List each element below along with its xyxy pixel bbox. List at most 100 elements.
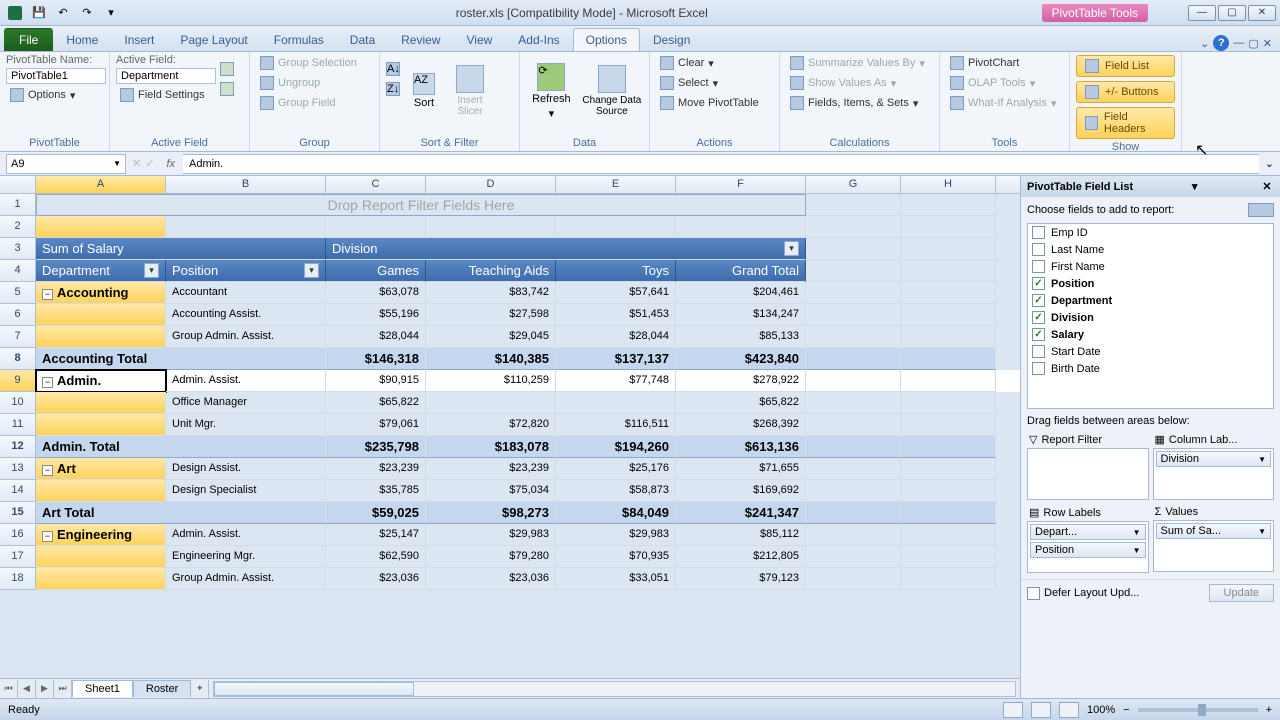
values-area[interactable]: Sum of Sa...▼ (1153, 520, 1275, 572)
cell[interactable]: $51,453 (556, 304, 676, 326)
rowhead[interactable]: 14 (0, 480, 36, 502)
tab-design[interactable]: Design (640, 28, 703, 51)
cell[interactable]: Design Specialist (166, 480, 326, 502)
cell[interactable] (166, 216, 326, 238)
cell[interactable]: $278,922 (676, 370, 806, 392)
cell[interactable]: $35,785 (326, 480, 426, 502)
cell[interactable]: $62,590 (326, 546, 426, 568)
sheet-nav-next[interactable]: ▶ (36, 680, 54, 698)
rowhead[interactable]: 13 (0, 458, 36, 480)
cell[interactable]: $65,822 (326, 392, 426, 414)
cell[interactable]: $29,045 (426, 326, 556, 348)
cell[interactable] (36, 414, 166, 436)
sheet-nav-prev[interactable]: ◀ (18, 680, 36, 698)
collapse-field-icon[interactable] (220, 82, 234, 96)
cell[interactable]: −Accounting (36, 282, 166, 304)
rowhead[interactable]: 10 (0, 392, 36, 414)
cell[interactable]: $83,742 (426, 282, 556, 304)
division-filter-icon[interactable] (784, 241, 799, 256)
page-break-view-icon[interactable] (1059, 702, 1079, 718)
select-all-corner[interactable] (0, 176, 36, 193)
rowhead[interactable]: 18 (0, 568, 36, 590)
cell[interactable]: $71,655 (676, 458, 806, 480)
colhead-b[interactable]: B (166, 176, 326, 193)
page-layout-view-icon[interactable] (1031, 702, 1051, 718)
zoom-in-icon[interactable]: + (1266, 704, 1272, 716)
cell[interactable]: −Engineering (36, 524, 166, 546)
cell[interactable]: −Admin. (36, 370, 166, 392)
rowhead[interactable]: 16 (0, 524, 36, 546)
fieldlist-layout-icon[interactable] (1248, 203, 1274, 217)
cell[interactable]: $25,147 (326, 524, 426, 546)
sort-desc-icon[interactable]: Z↓ (386, 82, 400, 96)
field-settings-button[interactable]: Field Settings (116, 86, 216, 104)
redo-icon[interactable]: ↷ (76, 3, 98, 23)
rowhead[interactable]: 6 (0, 304, 36, 326)
cell[interactable] (556, 392, 676, 414)
fx-icon[interactable]: fx (166, 158, 175, 170)
rowhead[interactable]: 17 (0, 546, 36, 568)
column-labels-area[interactable]: Division▼ (1153, 448, 1275, 500)
cell[interactable] (36, 326, 166, 348)
cell[interactable]: $85,133 (676, 326, 806, 348)
defer-checkbox[interactable] (1027, 587, 1040, 600)
colhead-f[interactable]: F (676, 176, 806, 193)
pivotchart-button[interactable]: PivotChart (946, 54, 1060, 72)
cell[interactable] (36, 480, 166, 502)
active-field-input[interactable] (116, 68, 216, 84)
rowhead[interactable]: 5 (0, 282, 36, 304)
enter-formula-icon[interactable]: ✓ (145, 157, 154, 170)
sort-button[interactable]: AZSort (404, 54, 444, 128)
field-item[interactable]: First Name (1028, 258, 1273, 275)
field-checkbox[interactable]: ✓ (1032, 277, 1045, 290)
cell[interactable]: $72,820 (426, 414, 556, 436)
whatif-button[interactable]: What-If Analysis ▾ (946, 94, 1060, 112)
zoom-out-icon[interactable]: − (1123, 704, 1129, 716)
cell[interactable]: $110,259 (426, 370, 556, 392)
cell[interactable]: $55,196 (326, 304, 426, 326)
colhead-c[interactable]: C (326, 176, 426, 193)
tab-addins[interactable]: Add-Ins (505, 28, 572, 51)
fields-items-sets-button[interactable]: Fields, Items, & Sets ▾ (786, 94, 929, 112)
formula-input[interactable]: Admin. (183, 154, 1259, 174)
cell[interactable]: $77,748 (556, 370, 676, 392)
summarize-values-button[interactable]: Summarize Values By ▾ (786, 54, 929, 72)
clear-button[interactable]: Clear ▾ (656, 54, 763, 72)
pivottable-name-input[interactable] (6, 68, 106, 84)
cell[interactable]: $29,983 (426, 524, 556, 546)
cell[interactable]: Engineering Mgr. (166, 546, 326, 568)
cell[interactable]: Group Admin. Assist. (166, 326, 326, 348)
cell[interactable]: $75,034 (426, 480, 556, 502)
report-filter-area[interactable] (1027, 448, 1149, 500)
colhead-e[interactable]: E (556, 176, 676, 193)
tab-formulas[interactable]: Formulas (261, 28, 337, 51)
normal-view-icon[interactable] (1003, 702, 1023, 718)
tab-data[interactable]: Data (337, 28, 388, 51)
doc-close-icon[interactable]: ✕ (1263, 37, 1272, 50)
cell[interactable]: Accounting Assist. (166, 304, 326, 326)
qat-dropdown-icon[interactable]: ▾ (100, 3, 122, 23)
expand-field-icon[interactable] (220, 62, 234, 76)
rowhead[interactable]: 1 (0, 194, 36, 216)
chip-position[interactable]: Position▼ (1030, 542, 1146, 558)
cell[interactable]: $27,598 (426, 304, 556, 326)
chip-department[interactable]: Depart...▼ (1030, 524, 1146, 540)
field-checkbox[interactable]: ✓ (1032, 294, 1045, 307)
cell[interactable]: $33,051 (556, 568, 676, 590)
cell[interactable]: Admin. Assist. (166, 370, 326, 392)
zoom-slider[interactable] (1138, 708, 1258, 712)
tab-file[interactable]: File (4, 28, 53, 51)
cell[interactable] (426, 392, 556, 414)
sort-asc-icon[interactable]: A↓ (386, 62, 400, 76)
tab-review[interactable]: Review (388, 28, 453, 51)
plus-minus-buttons-toggle[interactable]: +/- Buttons (1076, 81, 1175, 103)
cell[interactable]: $25,176 (556, 458, 676, 480)
name-box[interactable]: A9▼ (6, 154, 126, 174)
select-button[interactable]: Select ▾ (656, 74, 763, 92)
cell[interactable] (36, 568, 166, 590)
cell[interactable] (556, 216, 676, 238)
excel-icon[interactable] (4, 3, 26, 23)
cell[interactable]: $79,123 (676, 568, 806, 590)
olap-tools-button[interactable]: OLAP Tools ▾ (946, 74, 1060, 92)
sheet-tab-roster[interactable]: Roster (133, 680, 191, 697)
